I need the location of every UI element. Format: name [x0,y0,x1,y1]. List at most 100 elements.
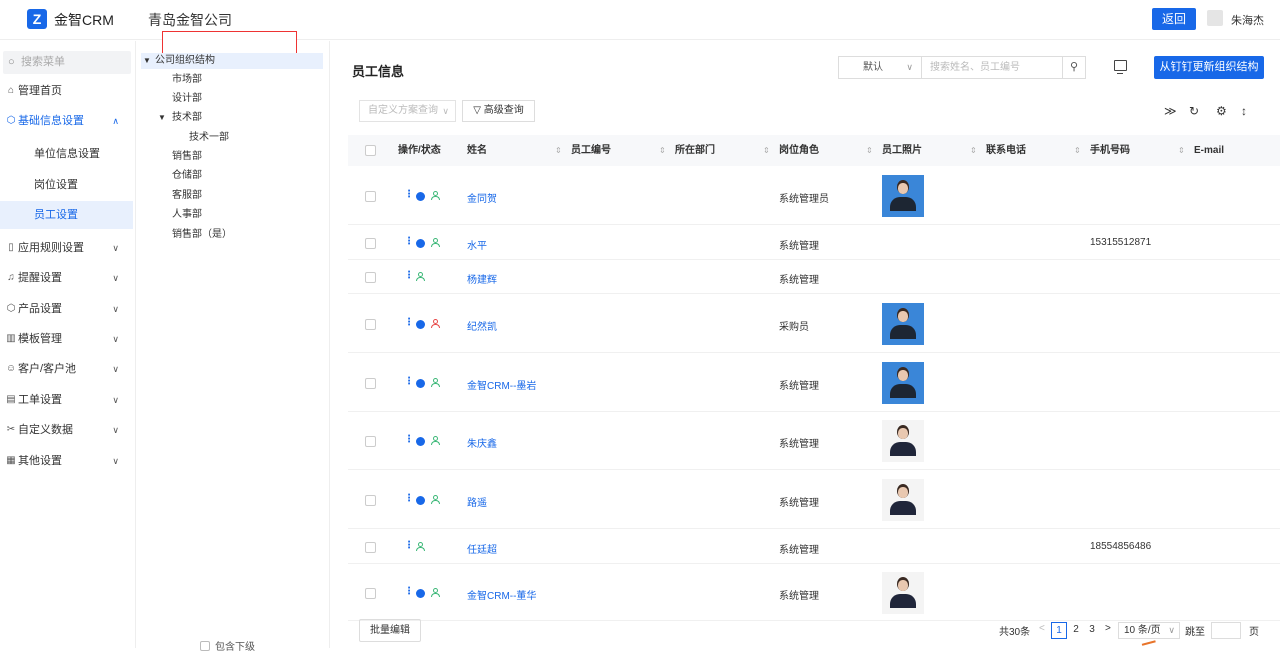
edit-status-icon[interactable] [416,378,425,388]
tree-root[interactable]: ▼ 公司组织结构 [141,53,323,69]
search-button[interactable]: ⚲ [1062,56,1086,79]
batch-edit-button[interactable]: 批量编辑 [359,619,421,642]
row-checkbox[interactable] [365,377,376,389]
row-checkbox[interactable] [365,318,376,330]
column-header[interactable]: 联系电话 [986,135,1026,166]
sort-icon[interactable]: ⇕ [555,135,562,166]
tree-node[interactable]: 销售部（是） [172,227,232,243]
tree-node[interactable]: ▼ 技术部 [158,110,202,126]
collapse-icon[interactable]: ≫ [1164,104,1177,118]
tree-node[interactable]: 设计部 [172,91,202,107]
prev-page-button[interactable]: < [1039,623,1045,634]
user-status-icon[interactable] [416,272,425,281]
sidebar-item-7[interactable]: ⬡ 产品设置 ∨ [0,295,133,323]
column-header[interactable]: 姓名 [467,135,487,166]
employee-name-link[interactable]: 朱庆鑫 [467,435,497,450]
row-checkbox[interactable] [365,237,376,249]
edit-status-icon[interactable] [416,238,425,248]
column-header[interactable]: 员工照片 [882,135,922,166]
caret-down-icon[interactable]: ▼ [158,110,166,126]
user-status-icon[interactable] [431,190,440,200]
sidebar-item-3[interactable]: 岗位设置 [0,171,133,199]
edit-status-icon[interactable] [416,495,425,505]
user-status-icon[interactable] [431,318,440,328]
column-height-icon[interactable]: ↕ [1241,104,1247,118]
row-checkbox[interactable] [365,190,376,202]
sidebar-item-9[interactable]: ☺ 客户/客户池 ∨ [0,355,133,383]
column-header[interactable]: 手机号码 [1090,135,1130,166]
employee-name-link[interactable]: 金同贺 [467,190,497,205]
username[interactable]: 朱海杰 [1231,12,1264,28]
table-row[interactable]: ⋮ 金智CRM--董华 系统管理 [348,564,1280,621]
user-status-icon[interactable] [431,377,440,387]
menu-search-input[interactable]: ○ 搜索菜单 [3,51,131,74]
sync-dingtalk-button[interactable]: 从钉钉更新组织结构 [1154,56,1264,79]
edit-status-icon[interactable] [416,319,425,329]
table-row[interactable]: ⋮ 金同贺 系统管理员 [348,166,1280,225]
table-row[interactable]: ⋮ 路遥 系统管理 [348,470,1280,529]
user-status-icon[interactable] [431,237,440,247]
row-checkbox[interactable] [365,494,376,506]
gear-icon[interactable]: ⚙ [1216,104,1227,118]
employee-name-link[interactable]: 任廷超 [467,541,497,556]
sort-icon[interactable]: ⇕ [970,135,977,166]
table-row[interactable]: ⋮ 杨建辉 系统管理 [348,260,1280,294]
refresh-icon[interactable]: ↻ [1189,104,1199,118]
user-status-icon[interactable] [431,494,440,504]
sort-icon[interactable]: ⇕ [1178,135,1185,166]
employee-name-link[interactable]: 纪然凯 [467,318,497,333]
row-checkbox[interactable] [365,587,376,599]
more-vertical-icon[interactable]: ⋮ [404,434,414,445]
select-all-checkbox[interactable] [365,145,376,156]
back-button[interactable]: 返回 [1152,8,1196,30]
employee-name-link[interactable]: 杨建辉 [467,271,497,286]
sidebar-item-4[interactable]: 员工设置 [0,201,133,229]
employee-name-link[interactable]: 水平 [467,237,487,252]
user-status-icon[interactable] [431,587,440,597]
tree-node[interactable]: 人事部 [172,207,202,223]
scheme-select[interactable]: 自定义方案查询 ∨ [359,100,456,122]
employee-name-link[interactable]: 金智CRM--墨岩 [467,377,536,392]
more-vertical-icon[interactable]: ⋮ [404,236,414,247]
column-header[interactable]: 所在部门 [675,135,715,166]
page-3[interactable]: 3 [1085,622,1099,639]
edit-status-icon[interactable] [416,191,425,201]
sidebar-item-6[interactable]: ♫ 提醒设置 ∨ [0,264,133,292]
more-vertical-icon[interactable]: ⋮ [404,376,414,387]
user-status-icon[interactable] [431,436,440,445]
sidebar-item-12[interactable]: ▦ 其他设置 ∨ [0,447,133,475]
monitor-icon[interactable] [1114,60,1127,74]
edit-status-icon[interactable] [416,437,425,446]
caret-down-icon[interactable]: ▼ [143,53,151,69]
edit-status-icon[interactable] [416,588,425,598]
checkbox-icon[interactable] [200,641,210,651]
employee-name-link[interactable]: 金智CRM--董华 [467,587,536,602]
sidebar-item-5[interactable]: ▯ 应用规则设置 ∨ [0,234,133,262]
sort-icon[interactable]: ⇕ [659,135,666,166]
more-vertical-icon[interactable]: ⋮ [404,493,414,504]
more-vertical-icon[interactable]: ⋮ [404,317,414,328]
sidebar-item-1[interactable]: ⬡ 基础信息设置 ∧ [0,107,133,135]
sidebar-item-8[interactable]: ▥ 模板管理 ∨ [0,325,133,353]
sidebar-item-10[interactable]: ▤ 工单设置 ∨ [0,386,133,414]
sort-icon[interactable]: ⇕ [1074,135,1081,166]
page-1[interactable]: 1 [1051,622,1067,639]
advanced-query-button[interactable]: ▽ 高级查询 [462,100,535,122]
more-vertical-icon[interactable]: ⋮ [404,189,414,200]
more-vertical-icon[interactable]: ⋮ [404,586,414,597]
sidebar-item-11[interactable]: ✂ 自定义数据 ∨ [0,416,133,444]
row-checkbox[interactable] [365,436,376,447]
more-vertical-icon[interactable]: ⋮ [404,540,414,551]
more-vertical-icon[interactable]: ⋮ [404,270,414,281]
sidebar-item-0[interactable]: ⌂ 管理首页 [0,77,133,105]
tree-node[interactable]: 市场部 [172,72,202,88]
page-size-select[interactable]: 10 条/页 ∨ [1118,622,1180,639]
employee-search-input[interactable]: 搜索姓名、员工编号 [921,56,1063,79]
next-page-button[interactable]: > [1105,623,1111,634]
table-row[interactable]: ⋮ 纪然凯 采购员 [348,294,1280,353]
employee-name-link[interactable]: 路遥 [467,494,487,509]
column-header[interactable]: 岗位角色 [779,135,819,166]
tree-search-input[interactable] [162,31,297,54]
column-header[interactable]: 员工编号 [571,135,611,166]
tree-node[interactable]: 仓储部 [172,168,202,184]
